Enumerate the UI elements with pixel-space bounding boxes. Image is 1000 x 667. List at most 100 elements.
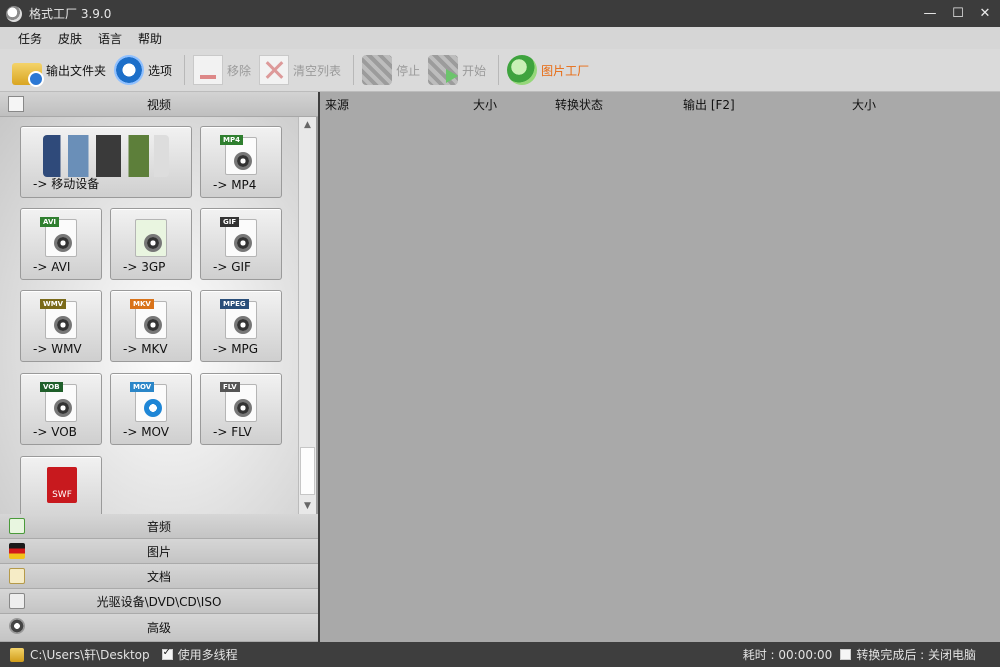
picture-icon: [9, 543, 25, 559]
column-status[interactable]: 转换状态: [555, 96, 603, 113]
film-reel-icon: [234, 234, 252, 252]
vob-icon: VOB: [40, 382, 77, 422]
film-reel-icon: [54, 234, 72, 252]
format-mkv-button[interactable]: MKV -> MKV: [110, 290, 192, 362]
start-button[interactable]: 开始: [428, 52, 486, 88]
multithread-label: 使用多线程: [177, 648, 238, 662]
format-wmv-button[interactable]: WMV -> WMV: [20, 290, 102, 362]
after-convert-checkbox[interactable]: [840, 649, 852, 660]
after-convert-option[interactable]: 转换完成后 : 关闭电脑: [840, 646, 976, 663]
format-tag: MPEG: [220, 299, 249, 309]
format-vob-button[interactable]: VOB -> VOB: [20, 373, 102, 445]
category-label: 光驱设备\DVD\CD\ISO: [96, 594, 222, 609]
column-output[interactable]: 输出 [F2]: [683, 96, 735, 113]
format-tag: MKV: [130, 299, 154, 309]
video-category-header[interactable]: 视频: [0, 92, 318, 117]
clear-list-button[interactable]: 清空列表: [259, 52, 341, 88]
maximize-button[interactable]: ☐: [943, 0, 973, 27]
output-folder-button[interactable]: 输出文件夹: [12, 52, 106, 88]
format-swf-button[interactable]: SWF: [20, 456, 102, 514]
picture-factory-icon: [507, 55, 538, 85]
disc-drive-icon: [9, 593, 25, 609]
menu-task[interactable]: 任务: [10, 30, 50, 47]
task-list[interactable]: 来源 大小 转换状态 输出 [F2] 大小: [320, 92, 1000, 642]
film-reel-icon: [54, 316, 72, 334]
title-bar: 格式工厂 3.9.0 — ☐ ✕: [0, 0, 1000, 27]
picture-factory-button[interactable]: 图片工厂: [507, 52, 589, 88]
document-icon: [9, 568, 25, 584]
advanced-reel-icon: [9, 618, 25, 634]
format-tag: GIF: [220, 217, 240, 227]
film-reel-icon: [144, 234, 162, 252]
category-advanced[interactable]: 高级: [0, 614, 318, 642]
category-optical-drive[interactable]: 光驱设备\DVD\CD\ISO: [0, 589, 318, 614]
scroll-up-icon[interactable]: ▲: [299, 117, 316, 133]
clear-x-icon: [259, 55, 290, 85]
remove-icon: [193, 55, 224, 85]
remove-label: 移除: [227, 63, 252, 78]
mp4-icon: MP4: [220, 135, 257, 175]
close-button[interactable]: ✕: [970, 0, 1000, 27]
menu-help[interactable]: 帮助: [130, 30, 170, 47]
menu-language[interactable]: 语言: [90, 30, 130, 47]
format-flv-button[interactable]: FLV -> FLV: [200, 373, 282, 445]
start-label: 开始: [462, 63, 487, 78]
minimize-button[interactable]: —: [915, 0, 945, 27]
category-panel: 视频 -> 移动设备 MP4 -> MP4 AVI -> AVI -> 3GP …: [0, 92, 318, 642]
app-logo-icon: [6, 5, 22, 22]
category-picture[interactable]: 图片: [0, 539, 318, 564]
remove-button[interactable]: 移除: [193, 52, 251, 88]
format-label: -> 移动设备: [33, 177, 100, 191]
format-label: -> VOB: [33, 425, 77, 439]
film-reel-icon: [234, 152, 252, 170]
format-label: -> MPG: [213, 342, 259, 356]
format-gif-button[interactable]: GIF -> GIF: [200, 208, 282, 280]
format-tag: MOV: [130, 382, 155, 392]
gif-icon: GIF: [220, 217, 257, 257]
output-folder-label: 输出文件夹: [46, 63, 107, 78]
format-3gp-button[interactable]: -> 3GP: [110, 208, 192, 280]
toolbar-divider: [184, 55, 186, 85]
film-reel-icon: [54, 399, 72, 417]
scroll-down-icon[interactable]: ▼: [299, 498, 316, 514]
mov-icon: MOV: [130, 382, 167, 422]
stop-button[interactable]: 停止: [362, 52, 420, 88]
clear-list-label: 清空列表: [293, 63, 342, 78]
picture-factory-label: 图片工厂: [541, 63, 590, 78]
format-mpg-button[interactable]: MPEG -> MPG: [200, 290, 282, 362]
menu-skin[interactable]: 皮肤: [50, 30, 90, 47]
category-document[interactable]: 文档: [0, 564, 318, 589]
format-mobile-button[interactable]: -> 移动设备: [20, 126, 192, 198]
options-button[interactable]: 选项: [114, 52, 172, 88]
format-tag: MP4: [220, 135, 243, 145]
format-label: -> MKV: [123, 342, 168, 356]
format-avi-button[interactable]: AVI -> AVI: [20, 208, 102, 280]
avi-icon: AVI: [40, 217, 77, 257]
category-label: 高级: [146, 621, 171, 635]
format-label: -> 3GP: [123, 260, 166, 274]
stop-label: 停止: [396, 63, 421, 78]
format-scrollbar[interactable]: ▲ ▼: [298, 117, 316, 514]
format-mp4-button[interactable]: MP4 -> MP4: [200, 126, 282, 198]
category-audio[interactable]: 音频: [0, 514, 318, 539]
column-output-size[interactable]: 大小: [852, 96, 876, 113]
format-mov-button[interactable]: MOV -> MOV: [110, 373, 192, 445]
folder-icon[interactable]: [10, 647, 24, 662]
wmv-icon: WMV: [40, 299, 77, 339]
after-convert-label: 转换完成后 : 关闭电脑: [856, 648, 976, 662]
toolbar-divider: [353, 55, 355, 85]
format-tag: FLV: [220, 382, 240, 392]
multithread-checkbox[interactable]: [161, 647, 173, 660]
column-source[interactable]: 来源: [325, 96, 349, 113]
format-label: -> MP4: [213, 178, 257, 192]
format-label: -> AVI: [33, 260, 71, 274]
column-size[interactable]: 大小: [473, 96, 497, 113]
category-label: 文档: [146, 569, 171, 584]
scroll-thumb[interactable]: [300, 447, 315, 495]
multithread-option[interactable]: 使用多线程: [161, 646, 238, 663]
category-label: 音频: [146, 519, 171, 534]
format-label: -> FLV: [213, 425, 252, 439]
video-category-label: 视频: [146, 97, 171, 112]
toolbar: 输出文件夹 选项 移除 清空列表 停止 开始 图片工厂: [0, 49, 1000, 92]
output-path[interactable]: C:\Users\轩\Desktop: [30, 646, 150, 663]
